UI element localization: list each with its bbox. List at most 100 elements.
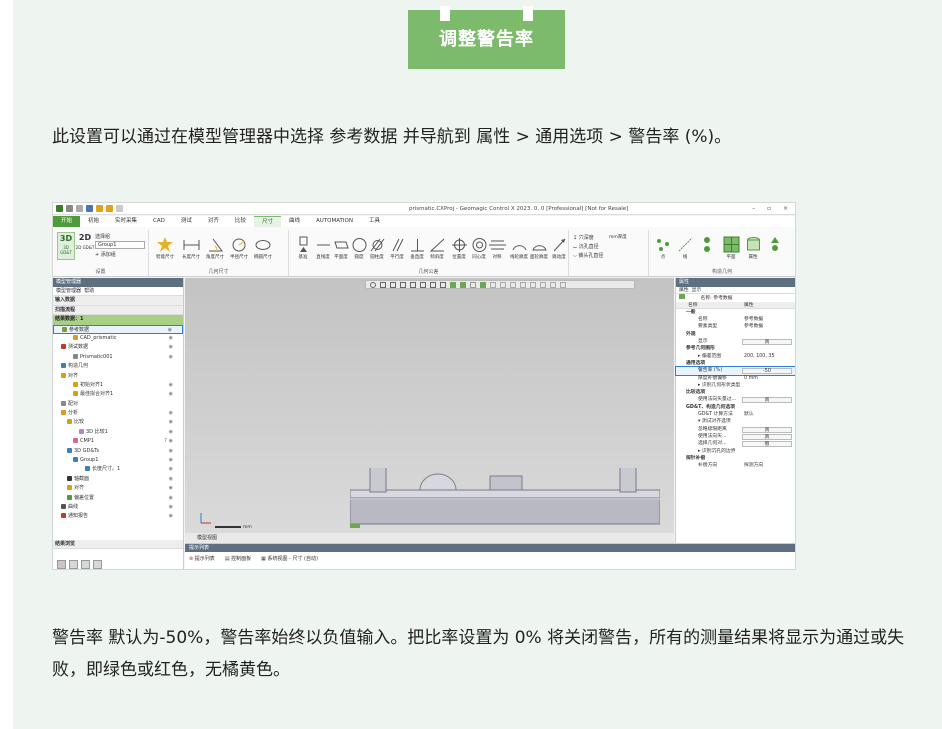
footer-button-icon[interactable] bbox=[69, 560, 78, 569]
footer-button-icon[interactable] bbox=[93, 560, 102, 569]
view-icon[interactable] bbox=[450, 282, 456, 288]
radius-dimension-icon[interactable] bbox=[231, 236, 248, 253]
visibility-icon[interactable]: ◉ bbox=[169, 390, 173, 399]
view-icon[interactable] bbox=[560, 282, 566, 288]
visibility-icon[interactable]: ◉ bbox=[169, 503, 173, 512]
tree-item[interactable]: 最佳拟合对齐1 ◉ bbox=[53, 390, 183, 399]
tree-item[interactable]: 对齐 bbox=[53, 372, 183, 381]
tree-item[interactable]: 偏差位置 ◉ bbox=[53, 494, 183, 503]
property-category[interactable]: 参考几何图形 bbox=[676, 345, 795, 352]
tab-initial[interactable]: 初始 bbox=[80, 216, 107, 227]
visibility-icon[interactable]: ◉ bbox=[169, 418, 173, 427]
visibility-icon[interactable]: ◉ bbox=[169, 484, 173, 493]
property-category[interactable]: 通用选项 bbox=[676, 360, 795, 367]
smart-dimension-icon[interactable] bbox=[157, 236, 174, 253]
counterbore-button[interactable]: ⌴ 沉孔直径 bbox=[573, 243, 599, 250]
tree-item[interactable]: 构造几何 bbox=[53, 362, 183, 371]
view-icon[interactable] bbox=[390, 282, 396, 288]
tab-test[interactable]: 测试 bbox=[173, 216, 200, 227]
view-icon[interactable] bbox=[410, 282, 416, 288]
property-row[interactable]: ▸ 识别几何形状类型 bbox=[676, 382, 795, 389]
view-icon[interactable] bbox=[460, 282, 466, 288]
property-row[interactable]: ▸ 识别沉孔的边界 bbox=[676, 448, 795, 455]
angle-dimension-icon[interactable] bbox=[207, 236, 224, 253]
group-select[interactable]: Group1 bbox=[95, 241, 145, 249]
warning-rate-row[interactable]: 警告率 (%) -50 bbox=[675, 366, 795, 376]
section-input-data[interactable]: 输入数据 bbox=[53, 296, 183, 306]
view-icon[interactable] bbox=[380, 282, 386, 288]
hint-tab[interactable]: ⊗ 提示列表 bbox=[189, 555, 215, 562]
footer-button-icon[interactable] bbox=[57, 560, 66, 569]
property-category[interactable]: 外观 bbox=[676, 331, 795, 338]
cylindricity-icon[interactable] bbox=[369, 236, 386, 253]
3d-viewport[interactable]: mm bbox=[185, 278, 674, 533]
visibility-icon[interactable]: ◉ bbox=[169, 465, 173, 474]
tab-realtime[interactable]: 实时采集 bbox=[107, 216, 145, 227]
view-icon[interactable] bbox=[510, 282, 516, 288]
visibility-icon[interactable]: ◉ bbox=[169, 428, 173, 437]
visibility-icon[interactable]: ◉ bbox=[169, 334, 173, 343]
visibility-icon[interactable]: ◉ bbox=[169, 512, 173, 521]
tree-item[interactable]: CMP1 7 ◉ bbox=[53, 437, 183, 446]
shape-extra-icon[interactable] bbox=[767, 236, 784, 253]
import-icon[interactable] bbox=[106, 205, 113, 212]
tab-compare[interactable]: 比较 bbox=[227, 216, 254, 227]
tree-item[interactable]: 3D 比较1 ◉ bbox=[53, 428, 183, 437]
property-row[interactable]: 要素类型 参考数据 bbox=[676, 323, 795, 330]
length-dimension-icon[interactable] bbox=[183, 236, 200, 253]
control-tab[interactable]: ▤ 控制面板 bbox=[225, 555, 251, 562]
tab-align[interactable]: 对齐 bbox=[200, 216, 227, 227]
tree-item[interactable]: 初始对齐1 ◉ bbox=[53, 381, 183, 390]
roundness-icon[interactable] bbox=[351, 236, 368, 253]
property-row[interactable]: 选择几何对... 假 bbox=[676, 440, 795, 448]
property-value-field[interactable]: 真 bbox=[742, 397, 792, 404]
view-icon[interactable] bbox=[550, 282, 556, 288]
symmetry-icon[interactable] bbox=[489, 236, 506, 253]
line-profile-icon[interactable] bbox=[511, 236, 528, 253]
visibility-icon[interactable]: ◉ bbox=[169, 409, 173, 418]
view-icon[interactable] bbox=[540, 282, 546, 288]
view-icon[interactable] bbox=[420, 282, 426, 288]
property-category[interactable]: GD&T、构造几何选项 bbox=[676, 404, 795, 411]
property-row[interactable]: 显示 真 bbox=[676, 338, 795, 346]
2d-mode-button[interactable]: 2D bbox=[77, 232, 93, 244]
line-icon[interactable] bbox=[677, 236, 694, 253]
property-category[interactable]: 探针补偿 bbox=[676, 455, 795, 462]
tree-item[interactable]: 轴截面 ◉ bbox=[53, 475, 183, 484]
concentricity-icon[interactable] bbox=[471, 236, 488, 253]
visibility-icon[interactable]: 7 ◉ bbox=[164, 437, 173, 446]
datum-icon[interactable] bbox=[295, 236, 312, 253]
countersink-button[interactable]: ⌵ 锥头孔直径 bbox=[573, 252, 603, 259]
tree-item[interactable]: 测试数据 ◉ bbox=[53, 343, 183, 352]
undo-icon[interactable] bbox=[116, 205, 123, 212]
tree-item[interactable]: 比较 ◉ bbox=[53, 418, 183, 427]
tab-cad[interactable]: CAD bbox=[145, 216, 173, 227]
section-scan-process[interactable]: 扫描流程 bbox=[53, 305, 183, 316]
view-icon[interactable] bbox=[370, 282, 376, 288]
property-value-field[interactable]: 真 bbox=[742, 426, 792, 433]
view-icon[interactable] bbox=[520, 282, 526, 288]
open-file-icon[interactable] bbox=[76, 205, 83, 212]
tree-item[interactable]: 对齐 ◉ bbox=[53, 484, 183, 493]
window-controls[interactable]: – ▫ × bbox=[752, 205, 793, 212]
property-row[interactable]: 补偿方向 探测方向 bbox=[676, 462, 795, 469]
point-icon[interactable] bbox=[655, 236, 672, 253]
plane-icon[interactable] bbox=[723, 236, 740, 253]
visibility-icon[interactable]: ◉ bbox=[169, 447, 173, 456]
footer-button-icon[interactable] bbox=[81, 560, 90, 569]
tree-item[interactable]: 分析 ◉ bbox=[53, 409, 183, 418]
property-row[interactable]: ▾ 测试对齐选项 bbox=[676, 418, 795, 425]
tree-item[interactable]: 3D GD&Ts ◉ bbox=[53, 447, 183, 456]
visibility-icon[interactable]: ◉ bbox=[169, 456, 173, 465]
property-category[interactable]: 比较选项 bbox=[676, 389, 795, 396]
visibility-icon[interactable]: ◉ bbox=[169, 381, 173, 390]
shape-list-icon[interactable] bbox=[699, 236, 716, 253]
property-value-field[interactable]: 假 bbox=[742, 441, 792, 448]
runout-icon[interactable] bbox=[551, 236, 568, 253]
tab-dimension[interactable]: 尺寸 bbox=[253, 216, 281, 227]
save-icon[interactable] bbox=[86, 205, 93, 212]
view-icon[interactable] bbox=[500, 282, 506, 288]
viewport-tab[interactable]: 模型视图 bbox=[185, 533, 674, 543]
add-group-button[interactable]: + 添加组 bbox=[95, 251, 116, 258]
new-file-icon[interactable] bbox=[66, 205, 73, 212]
